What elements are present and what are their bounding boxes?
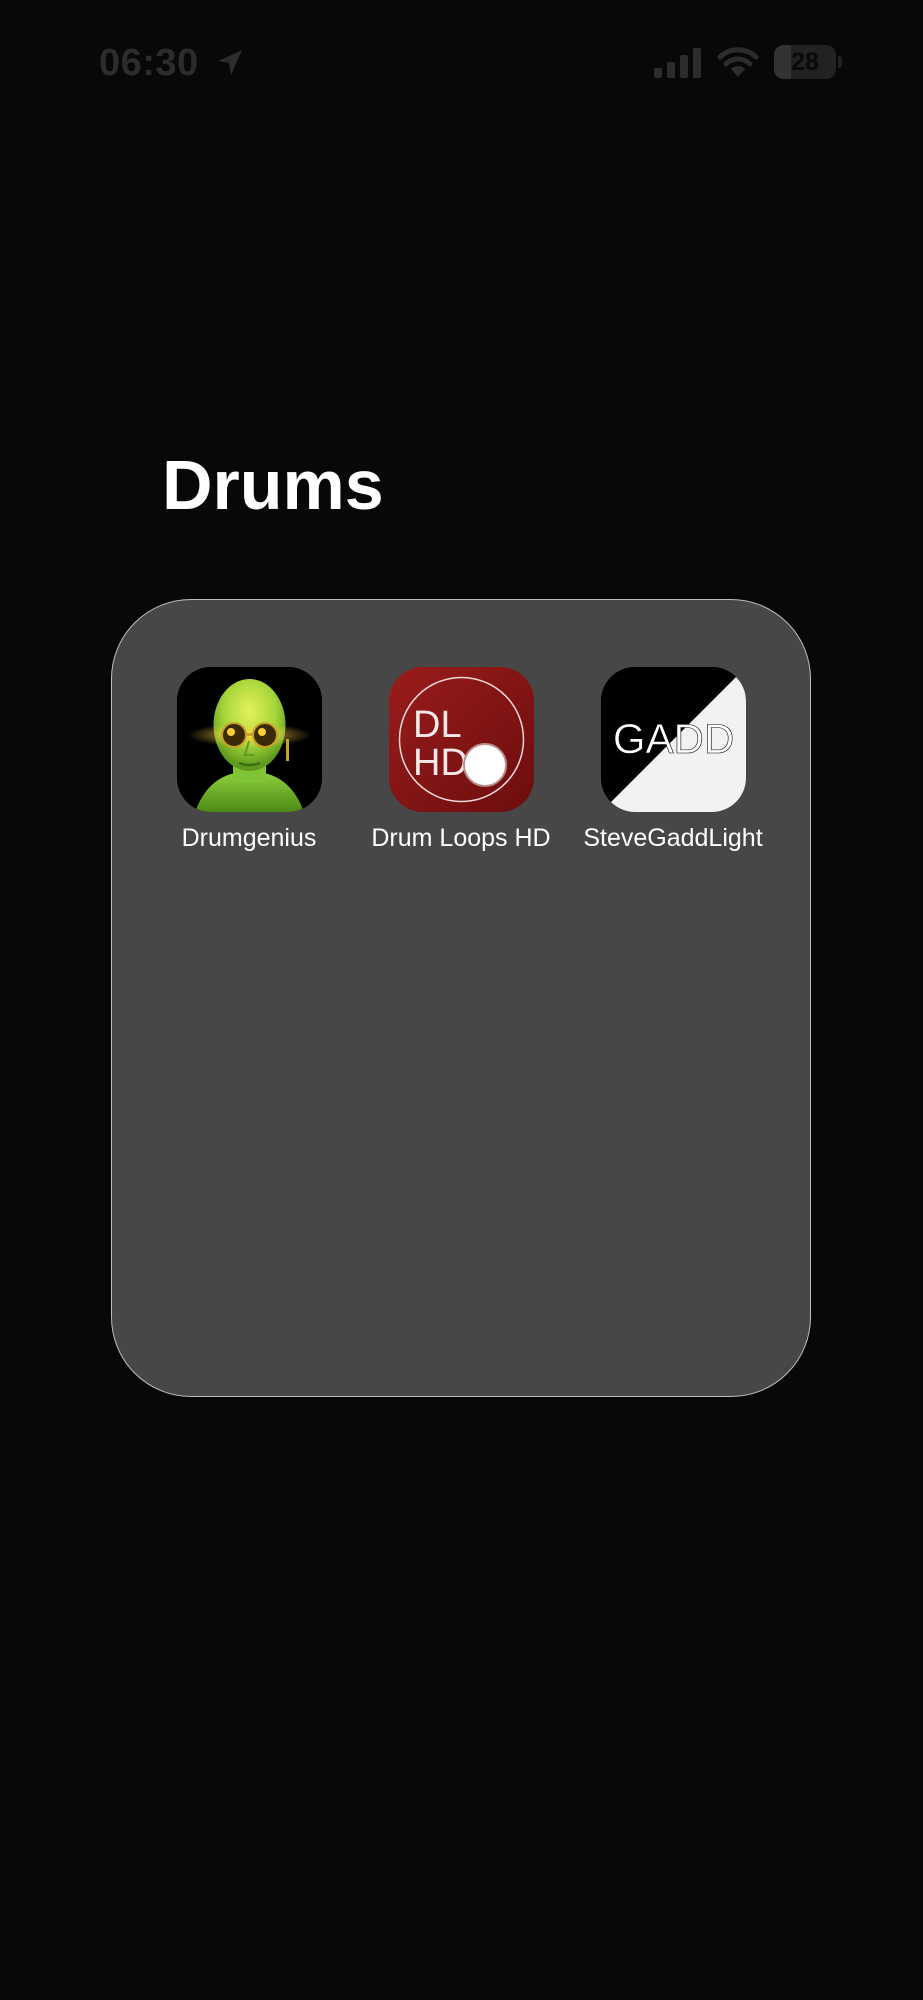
folder-title[interactable]: Drums [162,440,384,530]
status-time: 06:30 [99,42,199,84]
battery-cap [838,56,842,68]
dlhd-text-dl: DL [413,704,462,746]
app-drumgenius[interactable]: Drumgenius [149,667,349,854]
dlhd-text-hd: HD [413,742,468,784]
stevegaddlight-app-icon[interactable]: GADD [600,667,746,812]
battery-icon: 28 [774,45,842,79]
app-label: Drum Loops HD [371,824,551,852]
app-stevegaddlight[interactable]: GADD SteveGaddLight [573,667,773,854]
drum-loops-hd-app-icon[interactable]: DL HD [388,667,534,812]
app-label: SteveGaddLight [583,824,763,852]
cellular-signal-icon [654,48,701,78]
folder-panel: Drumgenius DL HD Drum Loops HD GADD Stev… [111,599,811,1397]
wifi-icon [717,47,759,77]
location-arrow-icon [218,50,242,75]
home-screen: 06:30 28 Drums Drumgenius DL HD Drum Loo… [0,0,923,2000]
drumgenius-app-icon[interactable] [176,667,322,812]
app-label: Drumgenius [181,824,317,852]
battery-level: 28 [791,48,819,76]
status-bar: 06:30 28 [0,38,923,88]
app-drum-loops-hd[interactable]: DL HD Drum Loops HD [361,667,561,854]
gadd-text: GADD [612,715,733,762]
